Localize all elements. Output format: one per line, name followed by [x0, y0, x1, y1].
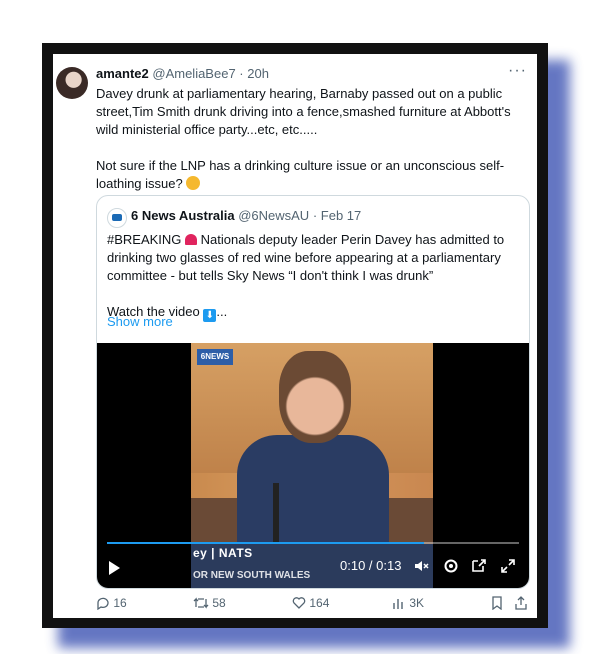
tweet-actions: 16 58 164 3K: [96, 596, 528, 614]
reply-count: 16: [113, 596, 127, 610]
reply-action[interactable]: 16: [96, 596, 127, 611]
quote-text: #BREAKING Nationals deputy leader Perin …: [107, 231, 521, 322]
siren-icon: [185, 234, 198, 245]
avatar[interactable]: [56, 67, 88, 99]
show-more-link[interactable]: Show more: [107, 314, 173, 329]
quote-header: 6 News Australia @6NewsAU · Feb 17: [131, 208, 361, 223]
fullscreen-icon[interactable]: [499, 557, 517, 575]
video-person-head: [279, 351, 351, 443]
channel-logo: 6NEWS: [197, 349, 233, 365]
quote-separator: ·: [312, 208, 318, 223]
bookmark-icon[interactable]: [490, 596, 504, 611]
video-frame: 6NEWS ey | NATS OR NEW SOUTH WALES: [191, 343, 433, 588]
timestamp[interactable]: 20h: [247, 66, 269, 81]
breaking-hashtag[interactable]: #BREAKING: [107, 232, 181, 247]
tweet-paragraph-2: Not sure if the LNP has a drinking cultu…: [96, 157, 526, 193]
retweet-action[interactable]: 58: [193, 596, 226, 610]
separator: ·: [239, 66, 244, 81]
retweet-icon: [193, 597, 209, 609]
like-action[interactable]: 164: [292, 596, 329, 610]
views-chart-icon: [393, 599, 403, 609]
mute-icon[interactable]: [412, 557, 430, 575]
video-timecode: 0:10 / 0:13: [340, 558, 402, 573]
views-count: 3K: [409, 596, 425, 610]
quote-paragraph-1: #BREAKING Nationals deputy leader Perin …: [107, 231, 521, 285]
video-player[interactable]: 6NEWS ey | NATS OR NEW SOUTH WALES 0:10 …: [97, 343, 529, 588]
tweet-paragraph-2-text: Not sure if the LNP has a drinking cultu…: [96, 158, 505, 191]
quote-user-handle[interactable]: @6NewsAU: [238, 208, 309, 223]
ellipsis-text: ...: [216, 304, 228, 319]
picture-in-picture-icon[interactable]: [470, 557, 488, 575]
play-icon[interactable]: [109, 561, 120, 575]
reply-icon: [97, 597, 109, 611]
lower-third-subtitle: OR NEW SOUTH WALES: [193, 570, 311, 581]
video-microphone: [273, 483, 279, 543]
video-progress-bar[interactable]: [107, 542, 519, 544]
tweet-text: Davey drunk at parliamentary hearing, Ba…: [96, 85, 526, 193]
share-icon[interactable]: [514, 596, 528, 610]
tweet-header: amante2 @AmeliaBee7 · 20h: [96, 66, 269, 81]
tweet-paragraph-1: Davey drunk at parliamentary hearing, Ba…: [96, 86, 511, 137]
quote-timestamp[interactable]: Feb 17: [321, 208, 361, 223]
heart-icon: [292, 597, 306, 609]
settings-gear-icon[interactable]: [442, 557, 460, 575]
quoted-tweet[interactable]: 6 News Australia @6NewsAU · Feb 17 #BREA…: [96, 195, 530, 589]
down-arrow-icon: ⬇: [203, 309, 217, 322]
quote-avatar[interactable]: [107, 208, 127, 228]
video-progress-fill: [107, 542, 425, 544]
retweet-count: 58: [212, 596, 226, 610]
more-options-icon[interactable]: ···: [508, 62, 527, 80]
user-handle[interactable]: @AmeliaBee7: [152, 66, 235, 81]
tweet-card[interactable]: amante2 @AmeliaBee7 · 20h ··· Davey drun…: [53, 54, 537, 618]
lower-third-title: ey | NATS: [193, 546, 253, 560]
like-count: 164: [309, 596, 330, 610]
thinking-face-icon: [186, 176, 201, 190]
display-name[interactable]: amante2: [96, 66, 149, 81]
quote-display-name[interactable]: 6 News Australia: [131, 208, 235, 223]
views-action[interactable]: 3K: [392, 596, 424, 610]
